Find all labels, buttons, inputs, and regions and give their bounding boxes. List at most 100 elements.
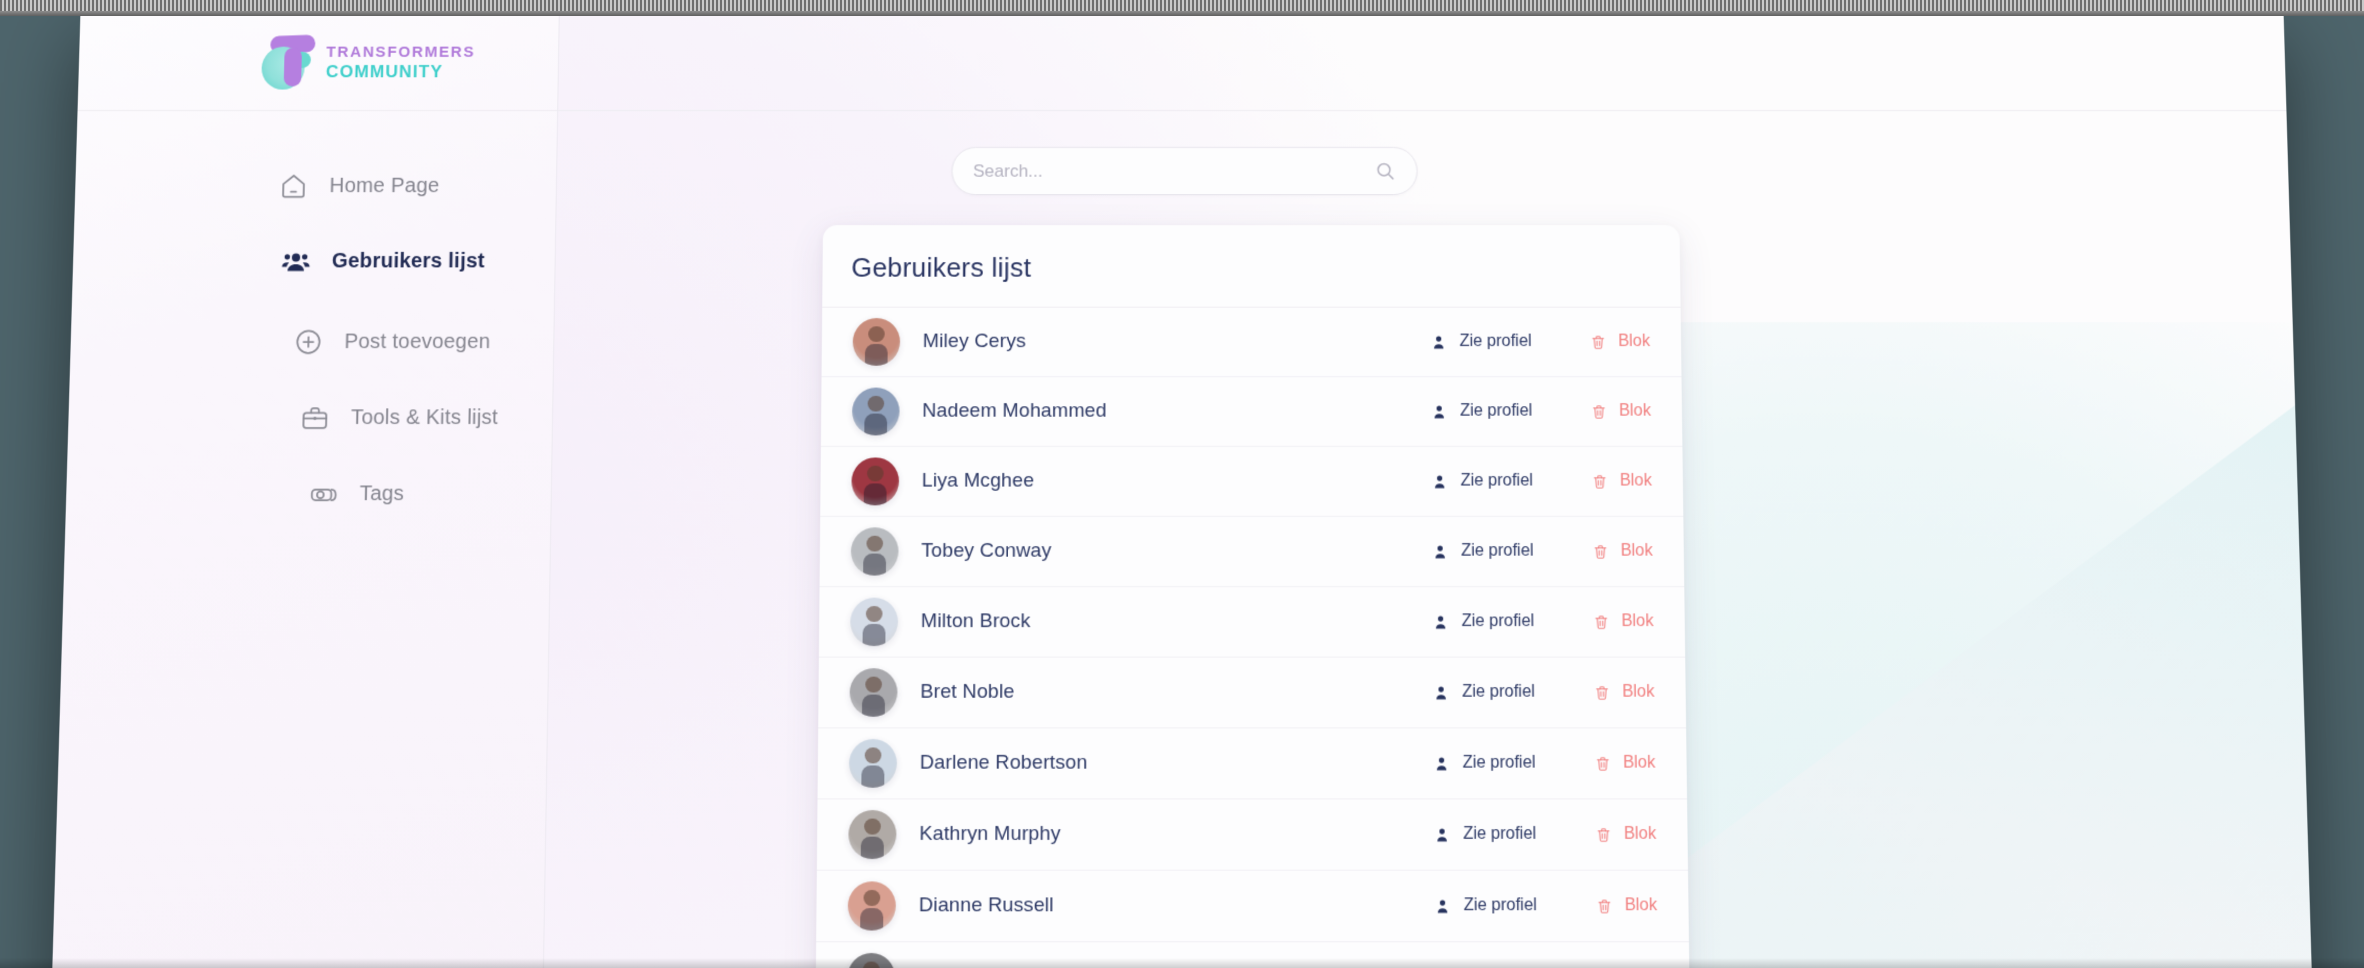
block-label: Blok [1623, 754, 1656, 773]
avatar [848, 810, 896, 859]
top-bar [558, 14, 2286, 111]
block-label: Blok [1620, 472, 1652, 491]
person-icon [1432, 683, 1450, 701]
search-icon[interactable] [1375, 160, 1397, 182]
user-name: Bret Noble [920, 681, 1432, 704]
users-row-container: Miley Cerys Zie profiel Blok Nadeem Mohamme… [815, 308, 1691, 968]
table-row[interactable]: Tobey Conway Zie profiel Blok [820, 517, 1685, 587]
table-row[interactable]: Bret Noble Zie profiel Blok [818, 658, 1686, 729]
view-profile-label: Zie profiel [1461, 542, 1534, 561]
sidebar-nav: Home Page Gebruikers lijst Post toevoege… [66, 111, 558, 520]
person-icon [1431, 543, 1449, 561]
sidebar-item-home-page[interactable]: Home Page [75, 160, 557, 211]
tag-icon [306, 476, 342, 512]
transformers-logo-icon [257, 33, 316, 90]
sidebar: TRANSFORMERS COMMUNITY Home Page Gebruik… [49, 14, 560, 968]
user-name: Kathryn Murphy [919, 823, 1433, 846]
person-icon [1433, 825, 1451, 843]
sidebar-item-label: Home Page [329, 174, 440, 198]
briefcase-icon [297, 400, 333, 435]
block-user-button[interactable]: Blok [1592, 612, 1654, 631]
avatar [849, 739, 897, 788]
view-profile-label: Zie profiel [1459, 333, 1531, 352]
person-icon [1433, 897, 1451, 915]
sidebar-item-label: Post toevoegen [344, 330, 490, 354]
block-user-button[interactable]: Blok [1593, 683, 1655, 702]
table-row[interactable]: Kathryn Murphy Zie profiel Blok [817, 799, 1688, 870]
brand-text: TRANSFORMERS COMMUNITY [326, 44, 476, 80]
user-name: Liya Mcghee [922, 470, 1431, 493]
user-name: Tobey Conway [921, 540, 1431, 563]
view-profile-button[interactable]: Zie profiel [1431, 542, 1534, 561]
block-user-button[interactable]: Blok [1594, 754, 1656, 773]
page-title: Gebruikers lijst [851, 252, 1651, 284]
trash-icon [1592, 613, 1610, 631]
block-label: Blok [1625, 896, 1658, 915]
brand-logo-block[interactable]: TRANSFORMERS COMMUNITY [78, 14, 559, 111]
view-profile-label: Zie profiel [1460, 472, 1533, 491]
sidebar-item-tools-kits-lijst[interactable]: Tools & Kits lijst [68, 392, 553, 444]
person-icon [1431, 613, 1449, 631]
view-profile-label: Zie profiel [1462, 754, 1535, 773]
users-card-header: Gebruikers lijst [822, 225, 1680, 308]
table-row[interactable]: Miley Cerys Zie profiel Blok [822, 308, 1682, 377]
person-icon [1430, 333, 1448, 351]
view-profile-button[interactable]: Zie profiel [1430, 472, 1533, 491]
view-profile-button[interactable]: Zie profiel [1433, 825, 1537, 844]
block-user-button[interactable]: Blok [1595, 896, 1657, 915]
person-icon [1432, 754, 1450, 772]
user-name: Dianne Russell [919, 894, 1434, 917]
sidebar-item-post-toevoegen[interactable]: Post toevoegen [70, 316, 554, 368]
user-name: Miley Cerys [923, 330, 1430, 353]
users-group-icon [278, 244, 314, 279]
view-profile-button[interactable]: Zie profiel [1432, 754, 1535, 773]
trash-icon [1589, 333, 1607, 351]
plus-circle-icon [291, 324, 327, 359]
table-row[interactable]: Milton Brock Zie profiel Blok [819, 587, 1685, 658]
person-icon [1430, 472, 1448, 490]
home-icon [276, 168, 312, 203]
trash-icon [1595, 825, 1613, 843]
avatar [848, 881, 896, 930]
view-profile-button[interactable]: Zie profiel [1433, 896, 1537, 915]
table-row[interactable]: Savannah NguyenZie profielBlok [815, 942, 1689, 968]
trash-icon [1595, 897, 1613, 915]
brand-line-1: TRANSFORMERS [326, 44, 475, 59]
avatar [850, 598, 898, 646]
block-user-button[interactable]: Blok [1589, 333, 1650, 352]
trash-icon [1591, 543, 1609, 561]
person-icon [1430, 403, 1448, 421]
table-row[interactable]: Darlene Robertson Zie profiel Blok [818, 728, 1688, 799]
table-row[interactable]: Liya Mcghee Zie profiel Blok [820, 447, 1683, 517]
user-name: Milton Brock [921, 610, 1432, 633]
perspective-wrapper: TRANSFORMERS COMMUNITY Home Page Gebruik… [0, 14, 2364, 968]
sidebar-item-tags[interactable]: Tags [66, 468, 552, 520]
main-content: Gebruikers lijst Miley CerysZie profielB… [542, 14, 2316, 968]
block-user-button[interactable]: Blok [1591, 542, 1652, 561]
table-row[interactable]: Nadeem Mohammed Zie profiel Blok [821, 377, 1683, 447]
block-user-button[interactable]: Blok [1590, 402, 1651, 421]
trash-icon [1590, 403, 1608, 421]
window-top-bezel [0, 0, 2364, 14]
avatar [853, 318, 901, 366]
avatar [849, 668, 897, 717]
avatar [851, 527, 899, 575]
block-user-button[interactable]: Blok [1595, 825, 1657, 844]
block-user-button[interactable]: Blok [1591, 472, 1652, 491]
search-area [951, 147, 1417, 195]
view-profile-label: Zie profiel [1460, 402, 1533, 421]
table-row[interactable]: Dianne Russell Zie profiel Blok [816, 871, 1689, 943]
view-profile-button[interactable]: Zie profiel [1431, 612, 1534, 631]
sidebar-item-gebruikers-lijst[interactable]: Gebruikers lijst [72, 235, 555, 287]
block-label: Blok [1622, 683, 1655, 702]
sidebar-item-label: Tags [359, 482, 404, 506]
view-profile-label: Zie profiel [1463, 825, 1536, 844]
search-input[interactable] [973, 161, 1375, 182]
search-box[interactable] [951, 147, 1417, 195]
avatar [852, 388, 900, 436]
block-label: Blok [1619, 402, 1651, 421]
trash-icon [1593, 683, 1611, 701]
view-profile-button[interactable]: Zie profiel [1432, 683, 1535, 702]
view-profile-button[interactable]: Zie profiel [1430, 402, 1532, 421]
view-profile-button[interactable]: Zie profiel [1430, 333, 1532, 352]
